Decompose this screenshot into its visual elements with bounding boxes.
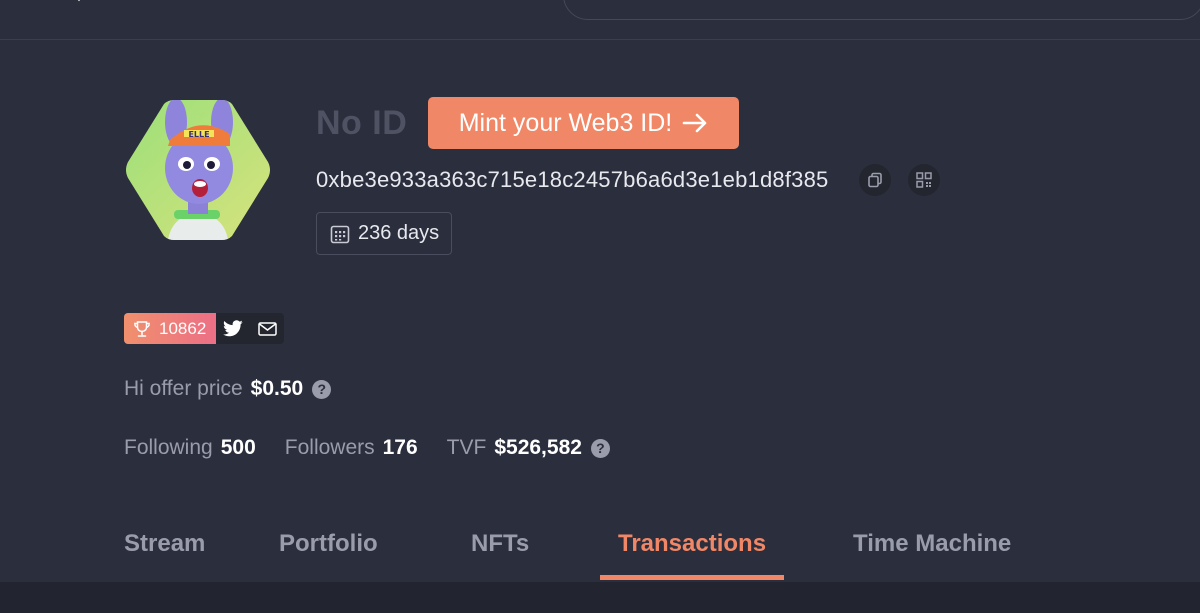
profile-tabs: Stream Portfolio NFTs Transactions Time … <box>0 520 1200 582</box>
account-age-badge: 236 days <box>316 212 452 255</box>
offer-price-label: Hi offer price <box>124 377 243 400</box>
logo-fragment <box>77 0 81 2</box>
mint-button-label: Mint your Web3 ID! <box>458 108 673 137</box>
avatar-image: ELLE <box>126 100 270 240</box>
tab-transactions[interactable]: Transactions <box>618 530 766 558</box>
mint-web3-id-button[interactable]: Mint your Web3 ID! <box>428 97 739 149</box>
tvf-value: $526,582 <box>494 436 582 459</box>
offer-price-value: $0.50 <box>250 377 304 400</box>
copy-icon <box>868 172 882 188</box>
arrow-right-icon <box>682 113 707 133</box>
following-label: Following <box>124 436 213 459</box>
followers-label: Followers <box>284 436 375 459</box>
followers-stat[interactable]: Followers 176 <box>285 436 418 460</box>
wallet-address: 0xbe3e933a363c715e18c2457b6a6d3e1eb1d8f3… <box>316 167 829 192</box>
email-link[interactable] <box>250 313 284 344</box>
tab-time-machine[interactable]: Time Machine <box>853 530 1011 558</box>
active-tab-indicator <box>600 575 784 580</box>
mail-icon <box>257 321 277 336</box>
content-area-top <box>0 582 1200 613</box>
top-navigation-bar <box>0 0 1200 40</box>
qr-code-button[interactable] <box>908 164 940 196</box>
twitter-link[interactable] <box>216 313 250 344</box>
tab-portfolio[interactable]: Portfolio <box>279 530 378 558</box>
score-and-social-row: 10862 <box>124 313 284 344</box>
avatar: ELLE <box>124 100 272 240</box>
following-stat[interactable]: Following 500 <box>124 436 256 460</box>
calendar-icon <box>330 225 350 243</box>
profile-name: No ID <box>316 104 408 142</box>
offer-price-row: Hi offer price $0.50 ? <box>124 377 332 401</box>
tvf-label: TVF <box>446 436 487 459</box>
offer-help-icon[interactable]: ? <box>312 379 332 399</box>
account-age-text: 236 days <box>358 222 440 244</box>
trophy-icon <box>134 320 150 337</box>
tab-nfts[interactable]: NFTs <box>471 530 529 558</box>
search-input[interactable] <box>563 0 1200 20</box>
followers-value: 176 <box>382 436 418 459</box>
tvf-stat: TVF $526,582 ? <box>447 436 610 460</box>
tvf-help-icon[interactable]: ? <box>590 438 610 458</box>
avatar-cap-text: ELLE <box>188 130 209 139</box>
copy-address-button[interactable] <box>859 164 891 196</box>
tab-stream[interactable]: Stream <box>124 530 205 558</box>
qr-code-icon <box>916 172 932 188</box>
stats-row: Following 500 Followers 176 TVF $526,582… <box>124 436 639 460</box>
following-value: 500 <box>220 436 256 459</box>
score-badge[interactable]: 10862 <box>124 313 216 344</box>
score-value: 10862 <box>159 318 207 338</box>
twitter-icon <box>223 320 243 337</box>
